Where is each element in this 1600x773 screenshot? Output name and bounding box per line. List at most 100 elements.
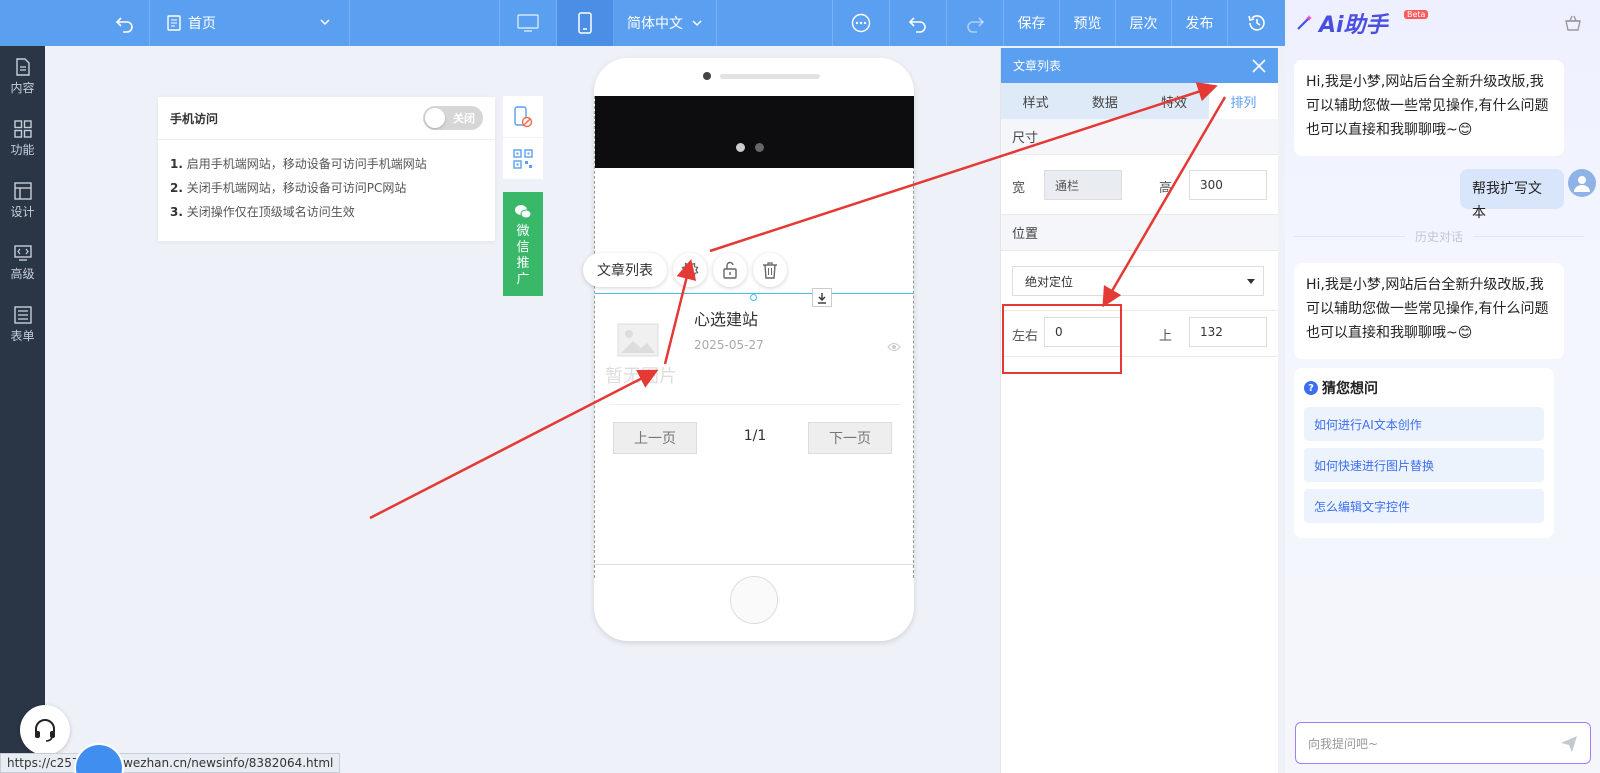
tab-data[interactable]: 数据 <box>1070 83 1139 119</box>
user-icon <box>1574 176 1590 192</box>
position-section-header: 位置 <box>1001 215 1278 251</box>
preview-button[interactable]: 预览 <box>1060 0 1116 46</box>
image-placeholder-icon <box>617 323 659 357</box>
size-row: 宽 通栏 高 300 <box>1001 155 1278 215</box>
desktop-view-button[interactable] <box>500 0 557 46</box>
move-down-handle[interactable] <box>812 288 832 307</box>
mobile-access-toggle[interactable]: 关闭 <box>423 106 483 130</box>
article-title[interactable]: 心选建站 <box>694 306 758 330</box>
settings-button[interactable] <box>673 253 707 287</box>
phone-home-button <box>730 576 778 624</box>
phone-screen: 暂无图片 心选建站 2025-05-27 上一页 1/1 下一页 <box>594 96 914 578</box>
mobile-icon <box>578 12 592 34</box>
slider-dot-active[interactable] <box>736 143 745 152</box>
document-icon <box>15 58 30 76</box>
qrcode-button[interactable] <box>503 138 543 179</box>
qrcode-icon <box>513 148 533 169</box>
ai-question-input[interactable]: 向我提问吧~ <box>1295 722 1591 764</box>
tab-arrange[interactable]: 排列 <box>1208 83 1278 119</box>
properties-title: 文章列表 <box>1013 59 1062 73</box>
toolbar-spacer <box>717 0 833 46</box>
slider-dot[interactable] <box>755 143 764 152</box>
wechat-char: 微 <box>516 224 530 239</box>
height-input[interactable]: 300 <box>1189 170 1267 200</box>
size-section-header: 尺寸 <box>1001 119 1278 155</box>
sidebar-item-label: 设计 <box>10 205 35 219</box>
banner-slider[interactable] <box>595 96 914 168</box>
sidebar-item-design[interactable]: 设计 <box>0 170 45 232</box>
article-date: 2025-05-27 <box>694 338 764 352</box>
chevron-down-icon <box>320 19 330 26</box>
ai-assistant-header: Ai助手 Beta <box>1285 0 1600 46</box>
tab-style[interactable]: 样式 <box>1001 83 1070 119</box>
undo-back-icon <box>115 17 133 33</box>
publish-button[interactable]: 发布 <box>1172 0 1228 46</box>
element-name-label[interactable]: 文章列表 <box>583 253 667 287</box>
disable-mobile-button[interactable] <box>503 96 543 137</box>
pagination: 上一页 1/1 下一页 <box>595 422 914 454</box>
layout-icon <box>13 182 32 200</box>
sidebar-item-label: 内容 <box>10 81 35 95</box>
prev-page-button[interactable]: 上一页 <box>613 422 697 454</box>
position-mode-select[interactable]: 绝对定位 <box>1012 266 1264 296</box>
page-selector[interactable]: 首页 <box>150 0 350 46</box>
ai-input-placeholder: 向我提问吧~ <box>1308 736 1379 751</box>
customer-support-button[interactable] <box>20 705 70 755</box>
mobile-view-button[interactable] <box>557 0 614 46</box>
basket-icon[interactable] <box>1564 14 1582 32</box>
sidebar-item-label: 功能 <box>10 143 35 157</box>
floating-blue-button[interactable] <box>76 745 122 773</box>
mobile-side-buttons <box>503 96 543 180</box>
send-icon[interactable] <box>1560 735 1578 753</box>
mobile-access-panel: 手机访问 关闭 1. 启用手机端网站，移动设备可访问手机端网站 2. 关闭手机端… <box>158 97 495 241</box>
save-button[interactable]: 保存 <box>1004 0 1060 46</box>
page-indicator: 1/1 <box>743 428 767 444</box>
annotation-highlight-box <box>1002 304 1122 374</box>
top-label: 上 <box>1159 329 1173 344</box>
suggest-title-text: 猜您想问 <box>1322 381 1378 397</box>
grid-icon <box>13 120 32 138</box>
screen-bottom-line <box>594 564 914 565</box>
width-field[interactable]: 通栏 <box>1044 170 1122 200</box>
language-selector[interactable]: 简体中文 <box>614 0 717 46</box>
status-bar-url: https://c257 sy.scd.wezhan.cn/newsinfo/8… <box>0 753 341 773</box>
suggested-question[interactable]: 如何进行AI文本创作 <box>1304 407 1544 441</box>
article-list-item[interactable]: 暂无图片 心选建站 2025-05-27 <box>595 296 914 405</box>
properties-tabs: 样式 数据 特效 排列 <box>1001 83 1278 119</box>
tab-effects[interactable]: 特效 <box>1140 83 1209 119</box>
desktop-icon <box>517 14 539 32</box>
close-icon[interactable] <box>1252 58 1266 73</box>
wechat-char: 信 <box>516 240 530 255</box>
avatar <box>1568 169 1596 197</box>
unlock-icon <box>723 261 737 279</box>
wechat-promotion-button[interactable]: 微 信 推 广 <box>503 192 543 296</box>
redo-button[interactable] <box>947 0 1004 46</box>
note-line: 1. 启用手机端网站，移动设备可访问手机端网站 <box>170 152 483 176</box>
gear-icon <box>681 261 699 279</box>
history-divider-label: 历史对话 <box>1415 229 1464 244</box>
sidebar-item-content[interactable]: 内容 <box>0 46 45 108</box>
layers-button[interactable]: 层次 <box>1116 0 1172 46</box>
delete-button[interactable] <box>753 253 787 287</box>
back-button[interactable] <box>0 0 150 46</box>
resize-handle[interactable] <box>750 294 757 301</box>
beta-badge: Beta <box>1404 10 1429 19</box>
sidebar-item-advanced[interactable]: 高级 <box>0 232 45 294</box>
next-page-button[interactable]: 下一页 <box>808 422 892 454</box>
lock-button[interactable] <box>713 253 747 287</box>
sidebar-item-function[interactable]: 功能 <box>0 108 45 170</box>
suggested-question[interactable]: 怎么编辑文字控件 <box>1304 489 1544 523</box>
position-mode-row: 绝对定位 <box>1001 251 1278 311</box>
mobile-access-notes: 1. 启用手机端网站，移动设备可访问手机端网站 2. 关闭手机端网站，移动设备可… <box>158 140 495 224</box>
suggested-question[interactable]: 如何快速进行图片替换 <box>1304 448 1544 482</box>
page-icon <box>167 15 181 31</box>
assistant-message: Hi,我是小梦,网站后台全新升级改版,我可以辅助您做一些常见操作,有什么问题也可… <box>1294 263 1564 359</box>
suggested-questions: ? 猜您想问 如何进行AI文本创作 如何快速进行图片替换 怎么编辑文字控件 <box>1294 368 1554 538</box>
undo-button[interactable] <box>890 0 947 46</box>
history-button[interactable] <box>1228 0 1285 46</box>
sidebar-item-form[interactable]: 表单 <box>0 294 45 356</box>
more-button[interactable] <box>833 0 890 46</box>
top-input[interactable]: 132 <box>1189 317 1267 347</box>
undo-icon <box>908 17 926 33</box>
properties-panel: 文章列表 样式 数据 特效 排列 尺寸 宽 通栏 高 300 位置 绝对定位 左… <box>1000 48 1278 773</box>
